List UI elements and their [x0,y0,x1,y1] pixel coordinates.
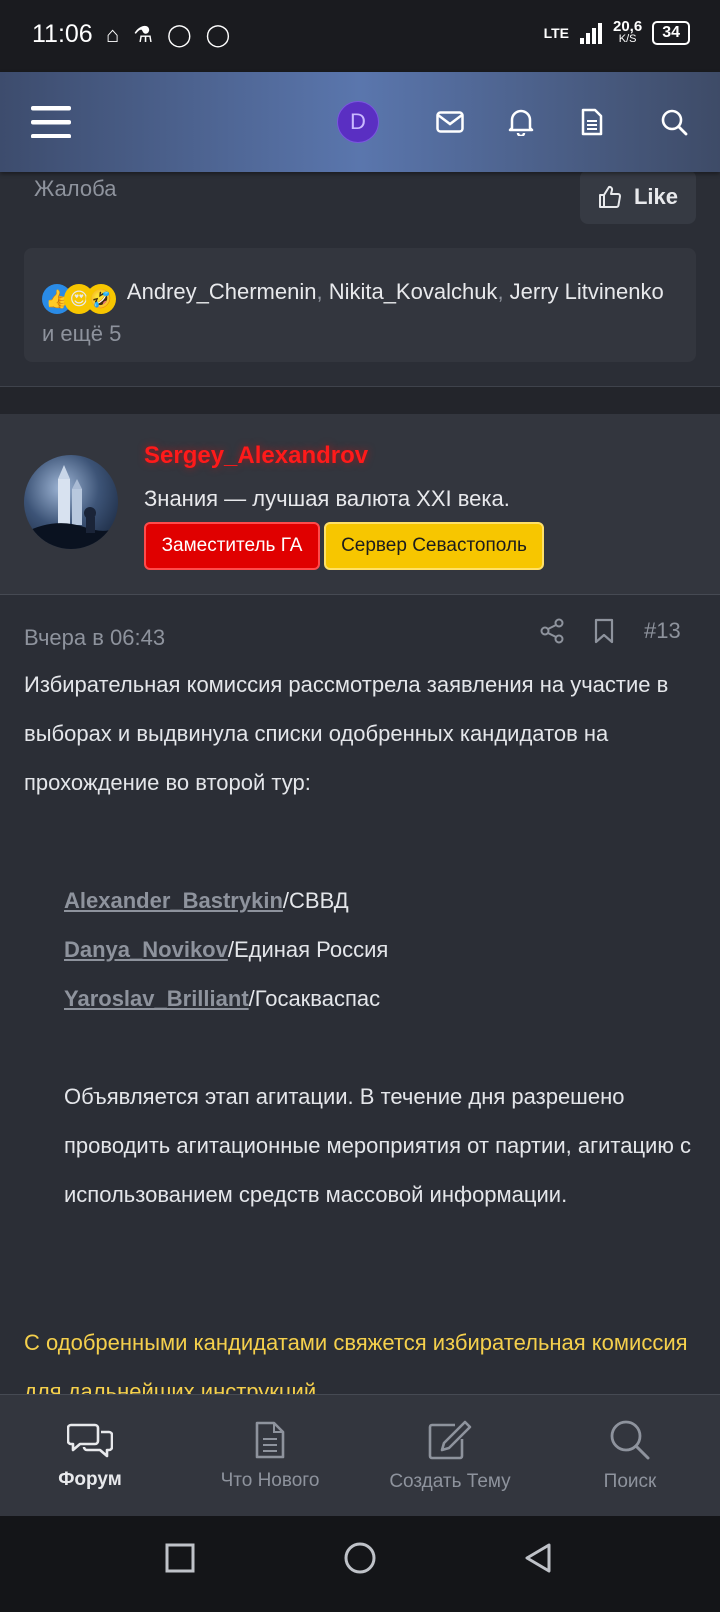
post-intro: Избирательная комиссия рассмотрела заявл… [24,672,669,795]
reaction-user[interactable]: Jerry Litvinenko [510,279,664,304]
flask-icon: ⚗ [133,22,154,47]
candidate-party: /Госакваспас [248,986,381,1011]
tab-forum[interactable]: Форум [0,1395,180,1517]
notification-app-icon: ⌂ [106,22,120,47]
alerts-button[interactable] [499,72,543,172]
bottom-tab-bar: Форум Что Нового Создать Тему Поиск [0,1394,720,1517]
status-time: 11:06 [32,20,93,48]
tab-forum-label: Форум [58,1469,122,1490]
candidate-party: /СВВД [282,888,349,913]
post-tools: #13 [540,618,681,644]
user-banner-yellow: Сервер Севастополь [324,522,544,570]
like-button[interactable]: Like [580,170,696,224]
top-navigation: D [0,72,720,172]
signal-icon [580,23,602,44]
share-icon[interactable] [540,618,564,644]
search-icon [661,109,688,136]
candidate-line: Yaroslav_Brilliant/Госакваспас [64,974,694,1023]
tab-whats-new-label: Что Нового [220,1470,320,1491]
status-bar: 11:06 ⌂ ⚗ ◯ ◯ LTE 20,6 K/S 34 [0,0,720,72]
speed-value: 20,6 [613,18,643,35]
document-icon [581,108,603,136]
laugh-reaction-icon: 🤣 [86,284,116,314]
post-date[interactable]: Вчера в 06:43 [24,625,165,651]
inbox-button[interactable] [428,72,472,172]
reactions-bar[interactable]: 👍😍🤣 Andrey_Chermenin, Nikita_Kovalchuk, … [24,248,696,362]
document-icon [255,1421,285,1459]
thumbs-up-icon [598,185,621,208]
reactions-more[interactable]: и ещё 5 [42,321,121,346]
search-button[interactable] [652,72,696,172]
reactions-list: 👍😍🤣 Andrey_Chermenin, Nikita_Kovalchuk, … [42,279,664,346]
user-avatar[interactable] [24,455,118,549]
reaction-user[interactable]: Nikita_Kovalchuk [329,279,498,304]
home-icon[interactable] [342,1542,378,1578]
search-icon [610,1420,650,1460]
whats-new-button[interactable] [570,72,614,172]
user-title: Знания — лучшая валюта XXI века. [144,486,510,511]
battery-indicator: 34 [652,21,690,45]
report-link[interactable]: Жалоба [34,176,116,202]
tab-search[interactable]: Поиск [540,1395,720,1517]
speed-readout: 20,6 K/S [613,18,643,46]
tab-create-topic[interactable]: Создать Тему [360,1395,540,1517]
menu-button[interactable] [22,72,80,172]
back-icon[interactable] [522,1542,554,1576]
avatar: D [337,101,379,143]
mail-icon [436,111,464,133]
agitation-paragraph: Объявляется этап агитации. В течение дня… [64,1084,691,1207]
candidate-link[interactable]: Yaroslav_Brilliant [64,986,249,1011]
circle-app-icon: ◯ [167,22,192,47]
recent-apps-icon[interactable] [164,1542,196,1574]
candidate-link[interactable]: Alexander_Bastrykin [64,888,283,913]
bookmark-icon[interactable] [594,618,614,644]
status-right: LTE 20,6 K/S 34 [543,18,690,46]
candidate-line: Alexander_Bastrykin/СВВД [64,876,694,925]
castle-avatar-image [24,465,118,549]
network-label: LTE [543,25,569,41]
reaction-user[interactable]: Andrey_Chermenin [127,279,317,304]
hamburger-icon [31,106,71,138]
candidate-party: /Единая Россия [227,937,389,962]
edit-icon [428,1420,472,1460]
post-separator [0,386,720,416]
tab-whats-new[interactable]: Что Нового [180,1395,360,1517]
candidate-link[interactable]: Danya_Novikov [64,937,228,962]
post-author-name[interactable]: Sergey_Alexandrov [144,442,368,470]
user-banner-red: Заместитель ГА [144,522,320,570]
like-label: Like [633,184,679,209]
tab-search-label: Поиск [603,1471,657,1492]
post-number[interactable]: #13 [644,618,681,644]
speed-unit: K/S [618,33,637,45]
candidate-line: Danya_Novikov/Единая Россия [64,925,694,974]
account-button[interactable]: D [336,72,380,172]
status-notification-icons: ⌂ ⚗ ◯ ◯ [106,22,230,48]
highlight-paragraph: С одобренными кандидатами свяжется избир… [24,1330,688,1394]
circle-app-icon: ◯ [205,22,231,47]
forum-bubbles-icon [67,1423,113,1458]
bell-icon [508,109,534,136]
system-navigation-bar [0,1516,720,1612]
tab-create-topic-label: Создать Тему [389,1471,511,1492]
